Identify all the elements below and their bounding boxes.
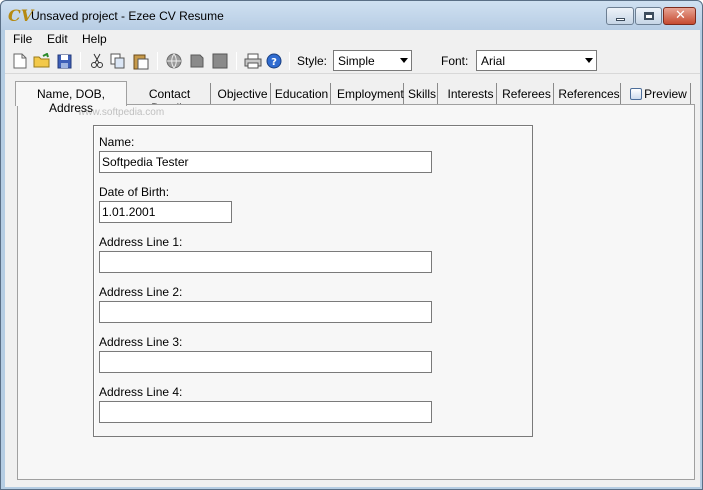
copy-button[interactable] (109, 52, 127, 70)
preview-icon (630, 88, 643, 100)
maximize-icon (644, 12, 654, 20)
window-title: Unsaved project - Ezee CV Resume (31, 9, 224, 23)
new-file-icon (13, 53, 27, 69)
font-label: Font: (441, 54, 469, 68)
menu-file[interactable]: File (9, 32, 36, 46)
app-window: CV Unsaved project - Ezee CV Resume ✕ Fi… (0, 0, 703, 490)
chevron-down-icon (585, 58, 593, 63)
address-line-4-label: Address Line 4: (99, 385, 183, 399)
menu-bar: File Edit Help (5, 30, 700, 48)
address-line-3-label: Address Line 3: (99, 335, 183, 349)
dob-input[interactable] (99, 201, 232, 223)
dob-label: Date of Birth: (99, 185, 170, 199)
cut-scissors-icon (91, 53, 103, 68)
print-layout-button[interactable] (211, 52, 229, 70)
tab-employment[interactable]: Employment (337, 83, 404, 104)
new-file-button[interactable] (11, 52, 29, 70)
name-label: Name: (99, 135, 135, 149)
help-icon: ? (266, 53, 282, 69)
form-group-box: Name: Date of Birth: Address Line 1: Add… (93, 125, 533, 437)
tab-referees[interactable]: Referees (500, 83, 554, 104)
paste-icon (133, 54, 149, 69)
close-icon: ✕ (675, 8, 686, 23)
save-button[interactable] (55, 52, 73, 70)
tab-strip: Name, DOB, Address Contact Details Objec… (5, 81, 700, 115)
copy-icon (110, 53, 125, 69)
name-input[interactable] (99, 151, 432, 173)
pdf-button[interactable] (188, 52, 206, 70)
tab-preview[interactable]: Preview (627, 83, 691, 104)
close-button[interactable]: ✕ (663, 7, 696, 25)
tab-contact-details[interactable]: Contact Details (129, 83, 211, 115)
client-area: File Edit Help ? Style: Simple Font: Ari… (5, 30, 700, 487)
style-select-value: Simple (338, 54, 375, 68)
toolbar: ? Style: Simple Font: Arial (5, 48, 700, 74)
address-line-1-input[interactable] (99, 251, 432, 273)
style-label: Style: (297, 54, 328, 68)
pdf-icon (190, 54, 204, 68)
save-disk-icon (57, 54, 71, 68)
cut-button[interactable] (88, 52, 106, 70)
tab-objective[interactable]: Objective (215, 83, 271, 104)
maximize-button[interactable] (635, 7, 662, 25)
open-button[interactable] (33, 52, 51, 70)
web-button[interactable] (165, 52, 183, 70)
font-select[interactable]: Arial (476, 50, 597, 71)
tab-preview-label: Preview (644, 87, 687, 101)
tab-name-dob-address[interactable]: Name, DOB, Address (15, 81, 127, 115)
tab-references[interactable]: References (558, 83, 621, 104)
toolbar-separator (236, 52, 237, 70)
app-logo-icon: CV (8, 6, 34, 25)
print-button[interactable] (244, 52, 262, 70)
minimize-icon (616, 18, 625, 21)
style-select[interactable]: Simple (333, 50, 412, 71)
chevron-down-icon (400, 58, 408, 63)
address-line-1-label: Address Line 1: (99, 235, 183, 249)
address-line-3-input[interactable] (99, 351, 432, 373)
tab-skills[interactable]: Skills (407, 83, 438, 104)
tab-interests[interactable]: Interests (445, 83, 497, 104)
toolbar-separator (157, 52, 158, 70)
menu-help[interactable]: Help (78, 32, 111, 46)
paste-button[interactable] (132, 52, 150, 70)
tab-education[interactable]: Education (273, 83, 331, 104)
title-bar[interactable]: CV Unsaved project - Ezee CV Resume ✕ (1, 1, 702, 30)
open-folder-icon (33, 53, 50, 68)
address-line-2-label: Address Line 2: (99, 285, 183, 299)
minimize-button[interactable] (606, 7, 634, 25)
font-select-value: Arial (481, 54, 506, 68)
tab-page-name-dob-address: www.softpedia.com Name: Date of Birth: A… (17, 104, 695, 480)
printer-icon (244, 53, 262, 69)
address-line-4-input[interactable] (99, 401, 432, 423)
svg-text:?: ? (271, 57, 277, 68)
address-line-2-input[interactable] (99, 301, 432, 323)
help-button[interactable]: ? (265, 52, 283, 70)
menu-edit[interactable]: Edit (43, 32, 72, 46)
toolbar-separator (80, 52, 81, 70)
toolbar-separator (289, 52, 290, 70)
print-layout-icon (212, 53, 228, 69)
web-globe-icon (166, 53, 182, 69)
